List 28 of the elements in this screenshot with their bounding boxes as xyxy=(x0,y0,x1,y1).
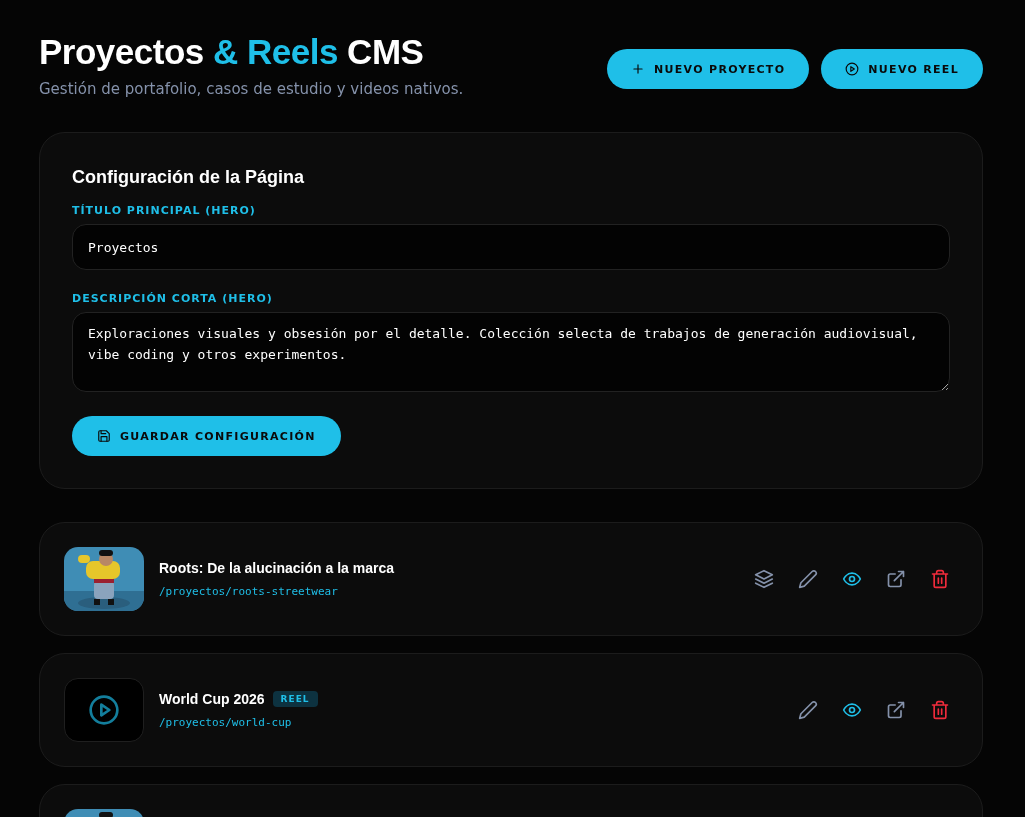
project-path-link[interactable]: /proyectos/world-cup xyxy=(159,716,798,729)
plus-icon xyxy=(631,62,646,76)
section-title: Configuración de la Página xyxy=(72,167,306,188)
layers-icon[interactable] xyxy=(754,569,774,589)
eye-icon[interactable] xyxy=(842,569,862,589)
textarea-field[interactable]: Exploraciones visuales y obsesión por el detalle. Colección selecta de trabajos de generación audiovisual, vibe coding y otros experimentos. xyxy=(72,312,950,392)
save-button[interactable]: GUARDAR CONFIGURACIÓN xyxy=(72,416,341,456)
eye-icon[interactable] xyxy=(842,700,862,720)
external-link-icon[interactable] xyxy=(886,700,906,720)
new-project-button[interactable]: NUEVO PROYECTO xyxy=(607,49,810,89)
project-title: Roots: De la alucinación a la marca xyxy=(159,560,394,576)
external-link-icon[interactable] xyxy=(886,569,906,589)
new-reel-button[interactable]: NUEVO REEL xyxy=(821,49,983,89)
field-label: DESCRIPCIÓN CORTA (HERO) xyxy=(72,292,274,305)
project-title: World Cup 2026 xyxy=(159,691,265,707)
type-badge: REEL xyxy=(272,691,318,707)
save-icon xyxy=(97,429,111,443)
page-subtitle: Gestión de portafolio, casos de estudio y videos nativos. xyxy=(39,80,464,98)
project-path-link[interactable]: /proyectos/roots-streetwear xyxy=(159,585,754,598)
play-icon xyxy=(845,62,860,76)
pencil-icon[interactable] xyxy=(798,700,818,720)
trash-icon[interactable] xyxy=(930,700,950,720)
play-icon xyxy=(88,694,120,726)
field-label: TÍTULO PRINCIPAL (HERO) xyxy=(72,204,257,217)
page-title: Proyectos & Reels CMS xyxy=(39,31,425,73)
input-field[interactable]: Proyectos xyxy=(72,224,950,270)
pencil-icon[interactable] xyxy=(798,569,818,589)
trash-icon[interactable] xyxy=(930,569,950,589)
